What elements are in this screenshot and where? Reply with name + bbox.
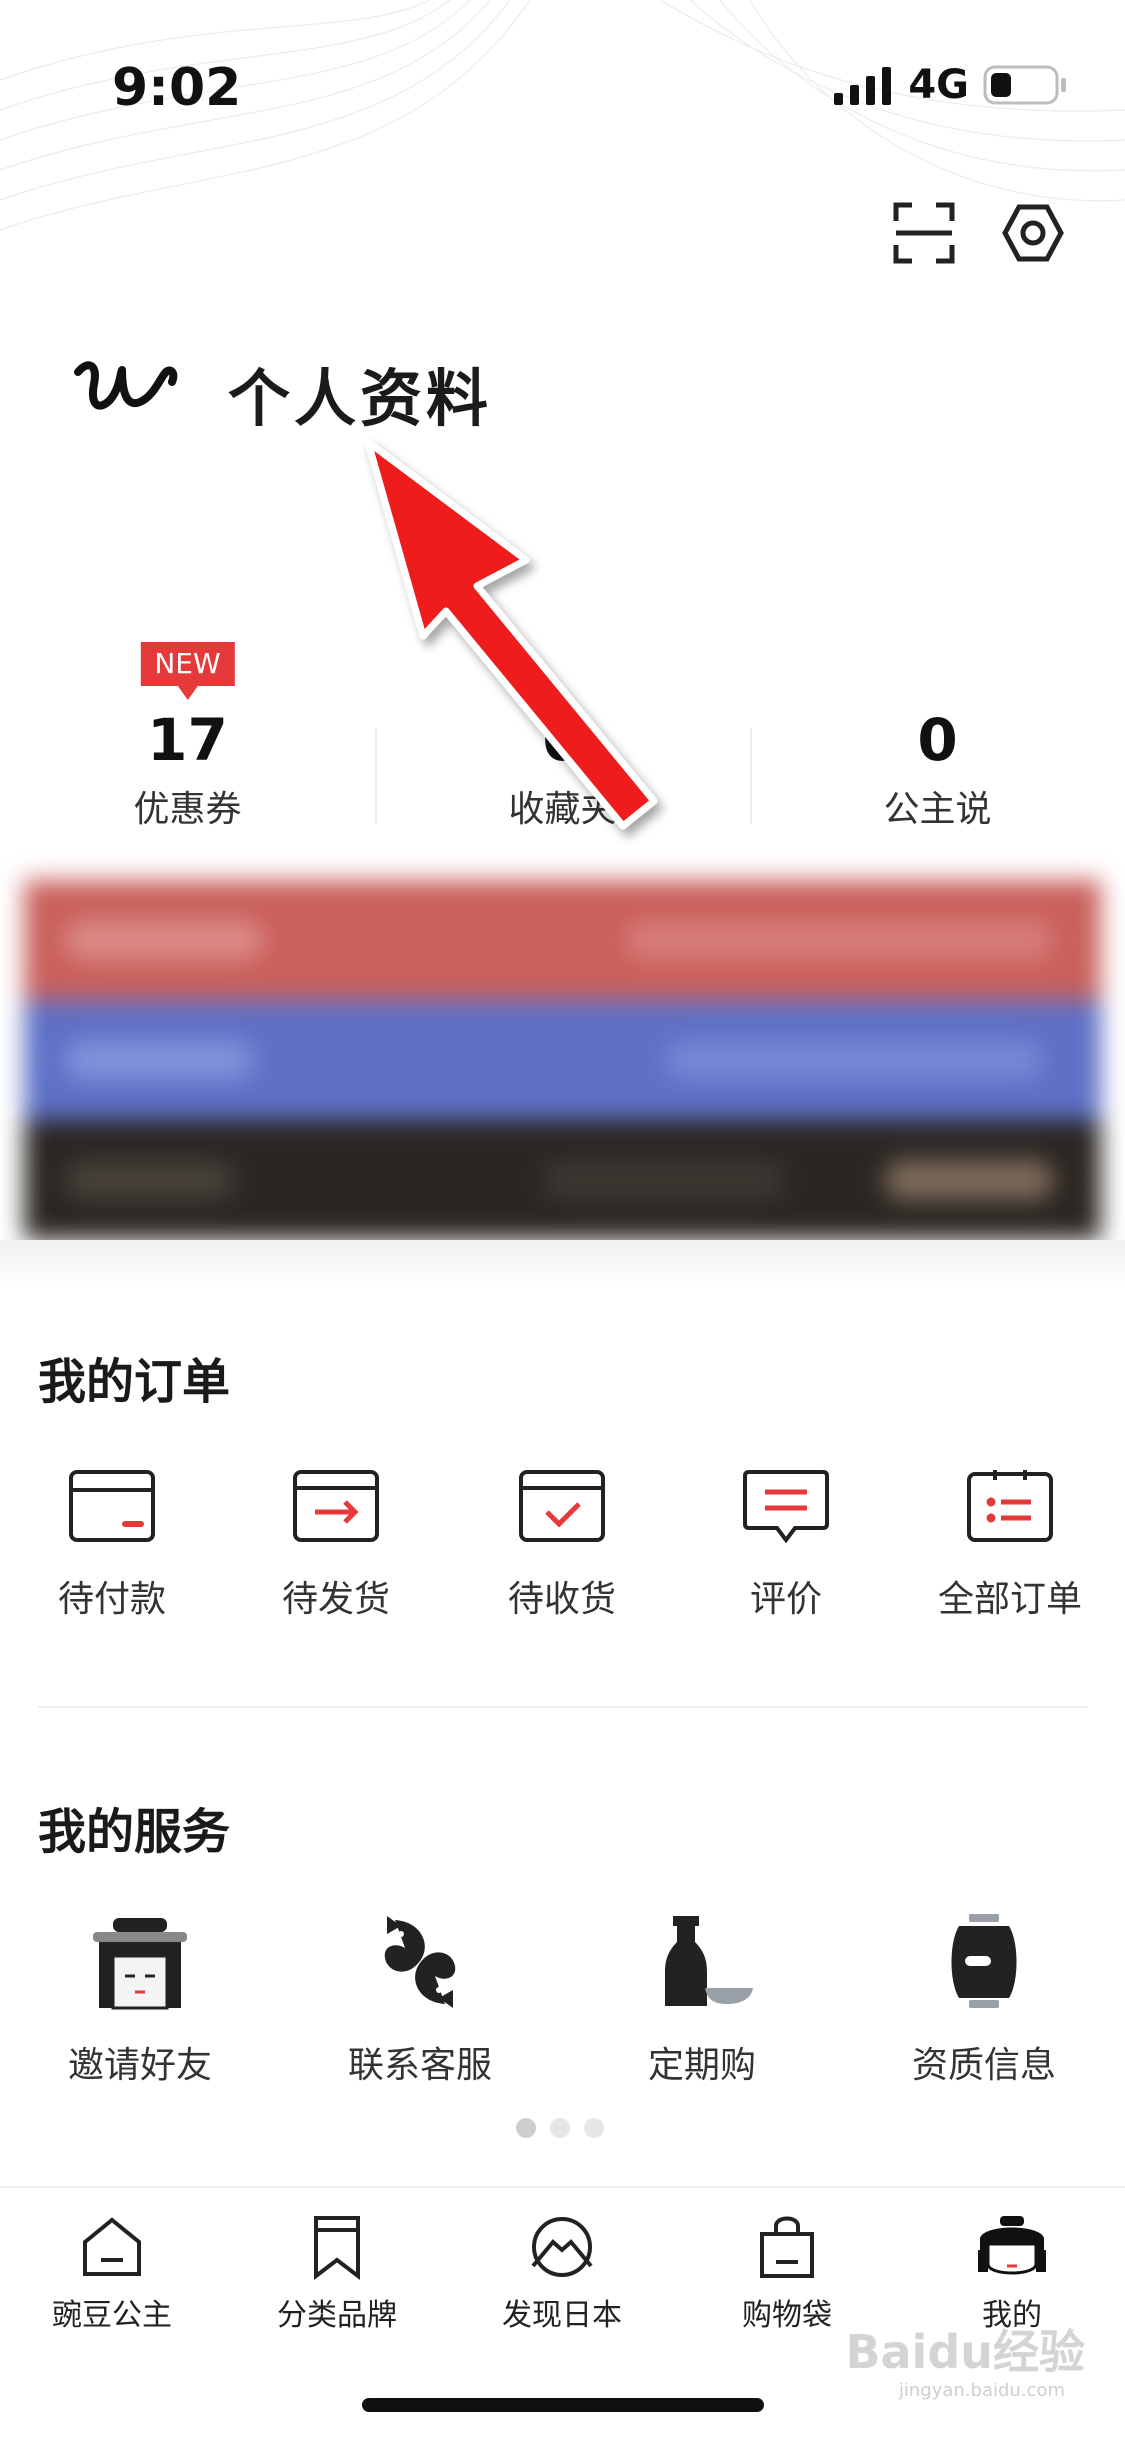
signal-icon [834, 67, 892, 105]
mount-fuji-icon [531, 2217, 593, 2277]
bookmark-icon [314, 2216, 360, 2280]
profile-title[interactable]: 个人资料 [228, 348, 492, 438]
stat-favorites[interactable]: 0 收藏夹 [375, 640, 750, 830]
pager-dot [584, 2118, 604, 2138]
tab-label: 分类品牌 [277, 2298, 397, 2333]
cards-shadow [0, 1240, 1125, 1288]
lantern-icon [951, 1914, 1017, 2008]
service-customer-support[interactable]: 联系客服 [320, 1912, 520, 2088]
tab-home[interactable]: 豌豆公主 [22, 2214, 202, 2334]
service-invite-friends[interactable]: 邀请好友 [40, 1912, 240, 2088]
tab-discover-japan[interactable]: 发现日本 [472, 2214, 652, 2334]
network-label: 4G [908, 62, 969, 108]
new-badge: NEW [140, 642, 235, 686]
service-label: 定期购 [647, 2045, 756, 2086]
pager-dot [550, 2118, 570, 2138]
service-label: 联系客服 [347, 2045, 492, 2086]
stat-label: 优惠券 [133, 789, 242, 830]
card-red [24, 880, 1101, 1000]
geisha-icon [93, 1918, 187, 2010]
service-qualification-info[interactable]: 资质信息 [884, 1912, 1084, 2088]
card-dark [24, 1120, 1101, 1240]
services-title: 我的服务 [38, 1804, 231, 1860]
watermark-url: jingyan.baidu.com [898, 2380, 1065, 2401]
tab-label: 购物袋 [742, 2298, 832, 2333]
service-subscription[interactable]: 定期购 [602, 1912, 802, 2088]
princess-avatar-icon [978, 2216, 1046, 2275]
tab-categories[interactable]: 分类品牌 [247, 2214, 427, 2334]
settings-icon[interactable] [998, 198, 1068, 268]
order-label: 待付款 [57, 1579, 166, 1620]
clipboard-list-icon [967, 1470, 1053, 1542]
soy-sauce-icon [665, 1916, 753, 2006]
box-check-icon [519, 1470, 605, 1542]
order-label: 待发货 [281, 1579, 390, 1620]
koi-fish-icon [384, 1916, 456, 2008]
stat-value: 0 [917, 706, 958, 774]
order-label: 评价 [749, 1579, 822, 1620]
order-review[interactable]: 评价 [696, 1466, 876, 1622]
tab-label: 发现日本 [502, 2298, 622, 2333]
stats-row: NEW 17 优惠券 0 收藏夹 0 公主说 [0, 640, 1125, 830]
order-all[interactable]: 全部订单 [920, 1466, 1100, 1622]
home-indicator[interactable] [362, 2398, 764, 2412]
stat-label: 公主说 [883, 789, 992, 830]
brand-logo-icon[interactable] [70, 330, 190, 440]
wallet-icon [69, 1470, 155, 1542]
home-icon [83, 2217, 141, 2276]
services-pager[interactable] [516, 2118, 604, 2138]
stat-value: 0 [542, 706, 583, 774]
membership-cards-blurred[interactable] [24, 880, 1101, 1240]
status-time: 9:02 [112, 58, 242, 118]
order-pending-receipt[interactable]: 待收货 [472, 1466, 652, 1622]
watermark-logo: Baidu经验 [845, 2325, 1085, 2379]
stat-coupons[interactable]: NEW 17 优惠券 [0, 640, 375, 830]
service-label: 邀请好友 [67, 2045, 212, 2086]
tab-label: 豌豆公主 [52, 2298, 172, 2333]
section-divider [38, 1706, 1088, 1708]
scan-icon[interactable] [889, 198, 959, 268]
stat-label: 收藏夹 [508, 789, 617, 830]
order-pending-shipment[interactable]: 待发货 [246, 1466, 426, 1622]
stat-princess-says[interactable]: 0 公主说 [750, 640, 1125, 830]
service-label: 资质信息 [911, 2045, 1056, 2086]
pager-dot [516, 2118, 536, 2138]
status-indicators: 4G [834, 62, 1069, 108]
stat-value: 17 [147, 706, 228, 774]
card-blue [24, 1000, 1101, 1120]
orders-title: 我的订单 [38, 1354, 231, 1410]
order-label: 待收货 [507, 1579, 616, 1620]
order-label: 全部订单 [937, 1579, 1082, 1620]
battery-icon [983, 65, 1066, 105]
comment-icon [743, 1470, 829, 1544]
order-pending-payment[interactable]: 待付款 [22, 1466, 202, 1622]
box-arrow-icon [293, 1470, 379, 1542]
shopping-bag-icon [760, 2216, 814, 2278]
